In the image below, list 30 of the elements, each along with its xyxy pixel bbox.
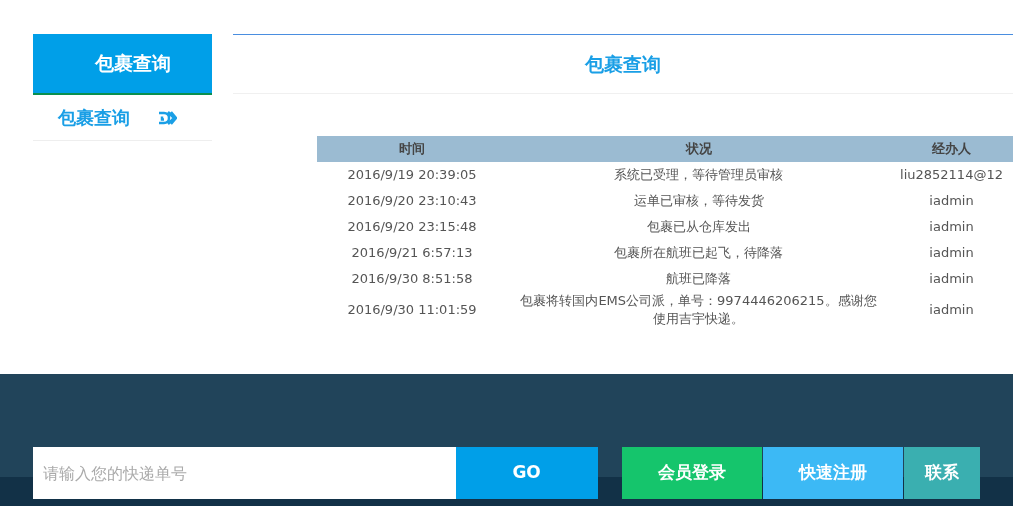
table-cell: 系统已受理，等待管理员审核 [507,162,890,188]
table-cell-text: iadmin [928,270,975,289]
table-cell: liu2852114@12 [890,162,1013,188]
column-header: 时间 [317,136,507,162]
footer-button[interactable]: 快速注册 [762,447,903,499]
table-cell: 2016/9/19 20:39:05 [317,162,507,188]
table-cell-text: 2016/9/20 23:15:48 [346,218,478,237]
title-bar: 包裹查询 [233,34,1013,94]
footer-button[interactable]: 联系 [903,447,980,499]
sidebar-header: 包裹查询 [33,34,212,95]
table-cell-text: 2016/9/21 6:57:13 [350,244,474,263]
table-cell-text: iadmin [928,301,975,320]
column-header: 经办人 [890,136,1013,162]
tracking-number-field[interactable]: 请输入您的快递单号 [33,447,456,499]
table-cell-text: 包裹将转国内EMS公司派，单号：9974446206215。感谢您使用吉宇快递。 [519,292,878,328]
table-cell-text: 2016/9/30 8:51:58 [350,270,474,289]
table-cell-text: iadmin [928,244,975,263]
table-cell-text: 2016/9/30 11:01:59 [346,301,478,320]
sidebar-item[interactable]: 包裹查询 [33,95,212,141]
column-header: 状况 [507,136,890,162]
go-button[interactable]: GO [455,447,598,499]
footer-button[interactable]: 会员登录 [621,447,762,499]
table-cell-text: 包裹已从仓库发出 [645,218,752,236]
table-cell-text: iadmin [928,192,975,211]
table-cell-text: 包裹所在航班已起飞，待降落 [613,244,784,262]
table-cell-text: iadmin [928,218,975,237]
double-chevron-icon [157,109,177,126]
table-cell-text: 航班已降落 [665,270,732,288]
table-cell-text: 2016/9/20 23:10:43 [346,192,478,211]
table-cell-text: 运单已审核，等待发货 [632,192,765,210]
